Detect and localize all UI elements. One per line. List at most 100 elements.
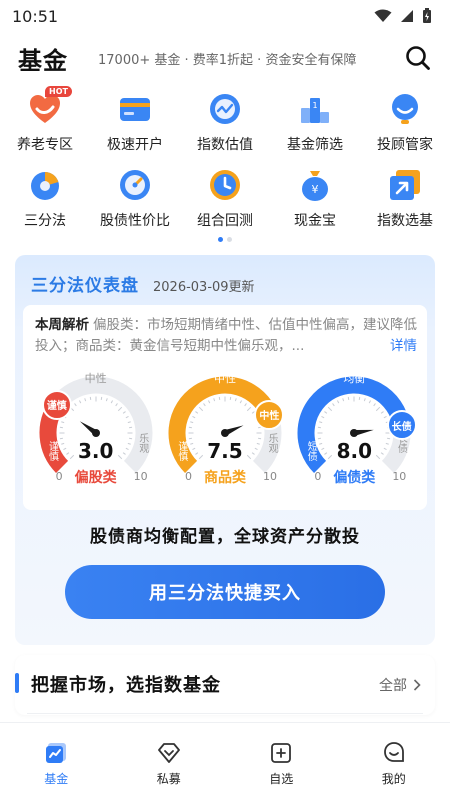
gauge-value: 8.0 (336, 439, 373, 463)
valuation-chart-icon (208, 92, 242, 126)
grid-item-label: 养老专区 (17, 137, 73, 153)
gauge-tick (381, 411, 385, 414)
analysis-lead: 本周解析 (35, 317, 89, 333)
chevron-right-icon (413, 679, 421, 691)
gauge-min: 0 (55, 470, 63, 483)
gauge-value: 3.0 (77, 439, 114, 463)
gauge-tick (239, 400, 243, 404)
fund-icon (46, 743, 67, 763)
gauge-badge: 谨慎 (41, 389, 72, 420)
section-divider (27, 713, 423, 714)
grid-item-pension[interactable]: HOT 养老专区 (0, 86, 90, 154)
gauge-tick (342, 398, 345, 402)
section-title: 把握市场，选指数基金 (31, 675, 221, 696)
add-box-icon (271, 743, 292, 763)
advisor-icon (388, 92, 422, 126)
gauge-top-label: 中性 (84, 372, 107, 385)
tab-label: 私募 (156, 772, 181, 786)
diamond-icon (157, 743, 180, 763)
grid-item-quick-account[interactable]: 极速开户 (90, 92, 180, 154)
grid-item-index-pick[interactable]: 指数选基 (360, 168, 450, 230)
gauge-tick (203, 403, 206, 407)
gauge-tick (321, 415, 325, 419)
gauge-max: 10 (262, 470, 277, 483)
quick-buy-button[interactable]: 用三分法快捷买入 (65, 565, 385, 619)
page-subtitle: 17000+ 基金 · 费率1折起 · 资金安全有保障 (98, 52, 357, 68)
gauge-tick (376, 406, 381, 412)
pension-heart-icon: HOT (28, 86, 72, 126)
grid-item-advisor[interactable]: 投顾管家 (360, 92, 450, 154)
section-accent-bar (15, 673, 19, 693)
dashboard-date: 2026-03-09更新 (153, 280, 255, 295)
grid-item-label: 组合回测 (197, 213, 253, 229)
battery-icon (423, 8, 431, 23)
grid-item-backtest[interactable]: 组合回测 (180, 168, 270, 230)
gauge-tick (234, 398, 237, 402)
gauge-tick (244, 403, 247, 407)
money-bag-icon: ¥ (298, 168, 332, 202)
gauge-tick (337, 400, 340, 404)
grid-item-label: 指数选基 (377, 213, 433, 229)
carousel-dot-active[interactable] (218, 237, 223, 242)
details-link[interactable]: 详情 (386, 336, 417, 357)
wifi-icon (374, 9, 392, 22)
gauges-row: 中性 谨慎 乐观 3.0 偏股类 0 10 谨慎 中性 谨慎 乐观 7.5 商品类 0 10 中性 均衡 短债… (23, 367, 427, 507)
svg-text:¥: ¥ (312, 183, 319, 196)
dashboard-panel: 三分法仪表盘 2026-03-09更新 本周解析 偏股类：市场短期情绪中性、估值中… (15, 255, 435, 645)
gauge-min: 0 (314, 470, 322, 483)
grid-item-label: 股债性价比 (100, 213, 170, 229)
arrow-box-icon (388, 168, 422, 202)
gauge-tick (364, 398, 367, 402)
status-icons (374, 8, 432, 24)
tab-label: 我的 (381, 772, 406, 786)
search-button[interactable] (404, 44, 432, 72)
grid-item-cash-treasure[interactable]: ¥ 现金宝 (270, 168, 360, 230)
view-all-link[interactable]: 全部 (379, 675, 421, 695)
grid-item-label: 极速开户 (107, 137, 163, 153)
gauge-tick (319, 421, 323, 424)
gauge-tick (114, 403, 118, 407)
weekly-analysis[interactable]: 本周解析 偏股类：市场短期情绪中性、估值中性偏高，建议降低投入；商品类：黄金信号短… (23, 305, 427, 361)
gauge-tick (198, 406, 204, 412)
tab-fund[interactable]: 基金 (0, 723, 113, 799)
grid-item-fund-filter[interactable]: 1 基金筛选 (270, 92, 360, 154)
tab-mine[interactable]: 我的 (338, 723, 450, 799)
gauge-max: 10 (392, 470, 407, 483)
feature-grid: HOT 养老专区 极速开户 指数估值 1 基金筛选 投顾管家 三分法 股债性价比… (0, 86, 450, 230)
gauge-tick (127, 421, 131, 424)
gauge-value: 7.5 (207, 439, 243, 463)
hot-badge: HOT (45, 86, 72, 97)
grid-item-index-valuation[interactable]: 指数估值 (180, 92, 270, 154)
status-bar: 10:51 (0, 0, 450, 32)
tab-watchlist[interactable]: 自选 (225, 723, 338, 799)
grid-item-stock-bond-ratio[interactable]: 股债性价比 (90, 168, 180, 230)
card-icon (118, 92, 152, 126)
gauge-tick (324, 411, 328, 414)
gauge-tick (369, 400, 372, 404)
gauge-commodity[interactable]: 中性 谨慎 乐观 7.5 商品类 0 10 中性 (163, 367, 287, 507)
grid-item-three-way[interactable]: 三分法 (0, 168, 90, 230)
pie-chart-icon (28, 168, 62, 202)
clock-icon (208, 168, 242, 202)
slogan: 股债商均衡配置，全球资产分散投 (90, 527, 360, 547)
tab-label: 基金 (44, 772, 69, 786)
gauge-tick (373, 403, 377, 407)
gauge-tick (122, 411, 126, 414)
gauge-tick (332, 403, 336, 407)
gauge-icon (118, 168, 152, 202)
tab-private[interactable]: 私募 (113, 723, 226, 799)
carousel-dot[interactable] (227, 237, 232, 242)
profile-icon (383, 742, 404, 762)
gauge-hub (220, 429, 229, 437)
podium-icon: 1 (298, 92, 332, 126)
gauge-tick (110, 400, 113, 404)
gauge-tick (207, 400, 211, 404)
bottom-tab-bar: 基金 私募 自选 我的 (0, 722, 450, 799)
gauge-tick (195, 411, 199, 414)
gauge-equity[interactable]: 中性 谨慎 乐观 3.0 偏股类 0 10 谨慎 (34, 367, 158, 507)
gauge-badge: 中性 (254, 399, 285, 430)
gauge-tick (383, 415, 388, 419)
gauge-bond[interactable]: 均衡 短债 长债 8.0 偏债类 0 10 长债 (292, 367, 417, 507)
gauge-tick (328, 406, 333, 412)
grid-item-label: 基金筛选 (287, 137, 343, 153)
